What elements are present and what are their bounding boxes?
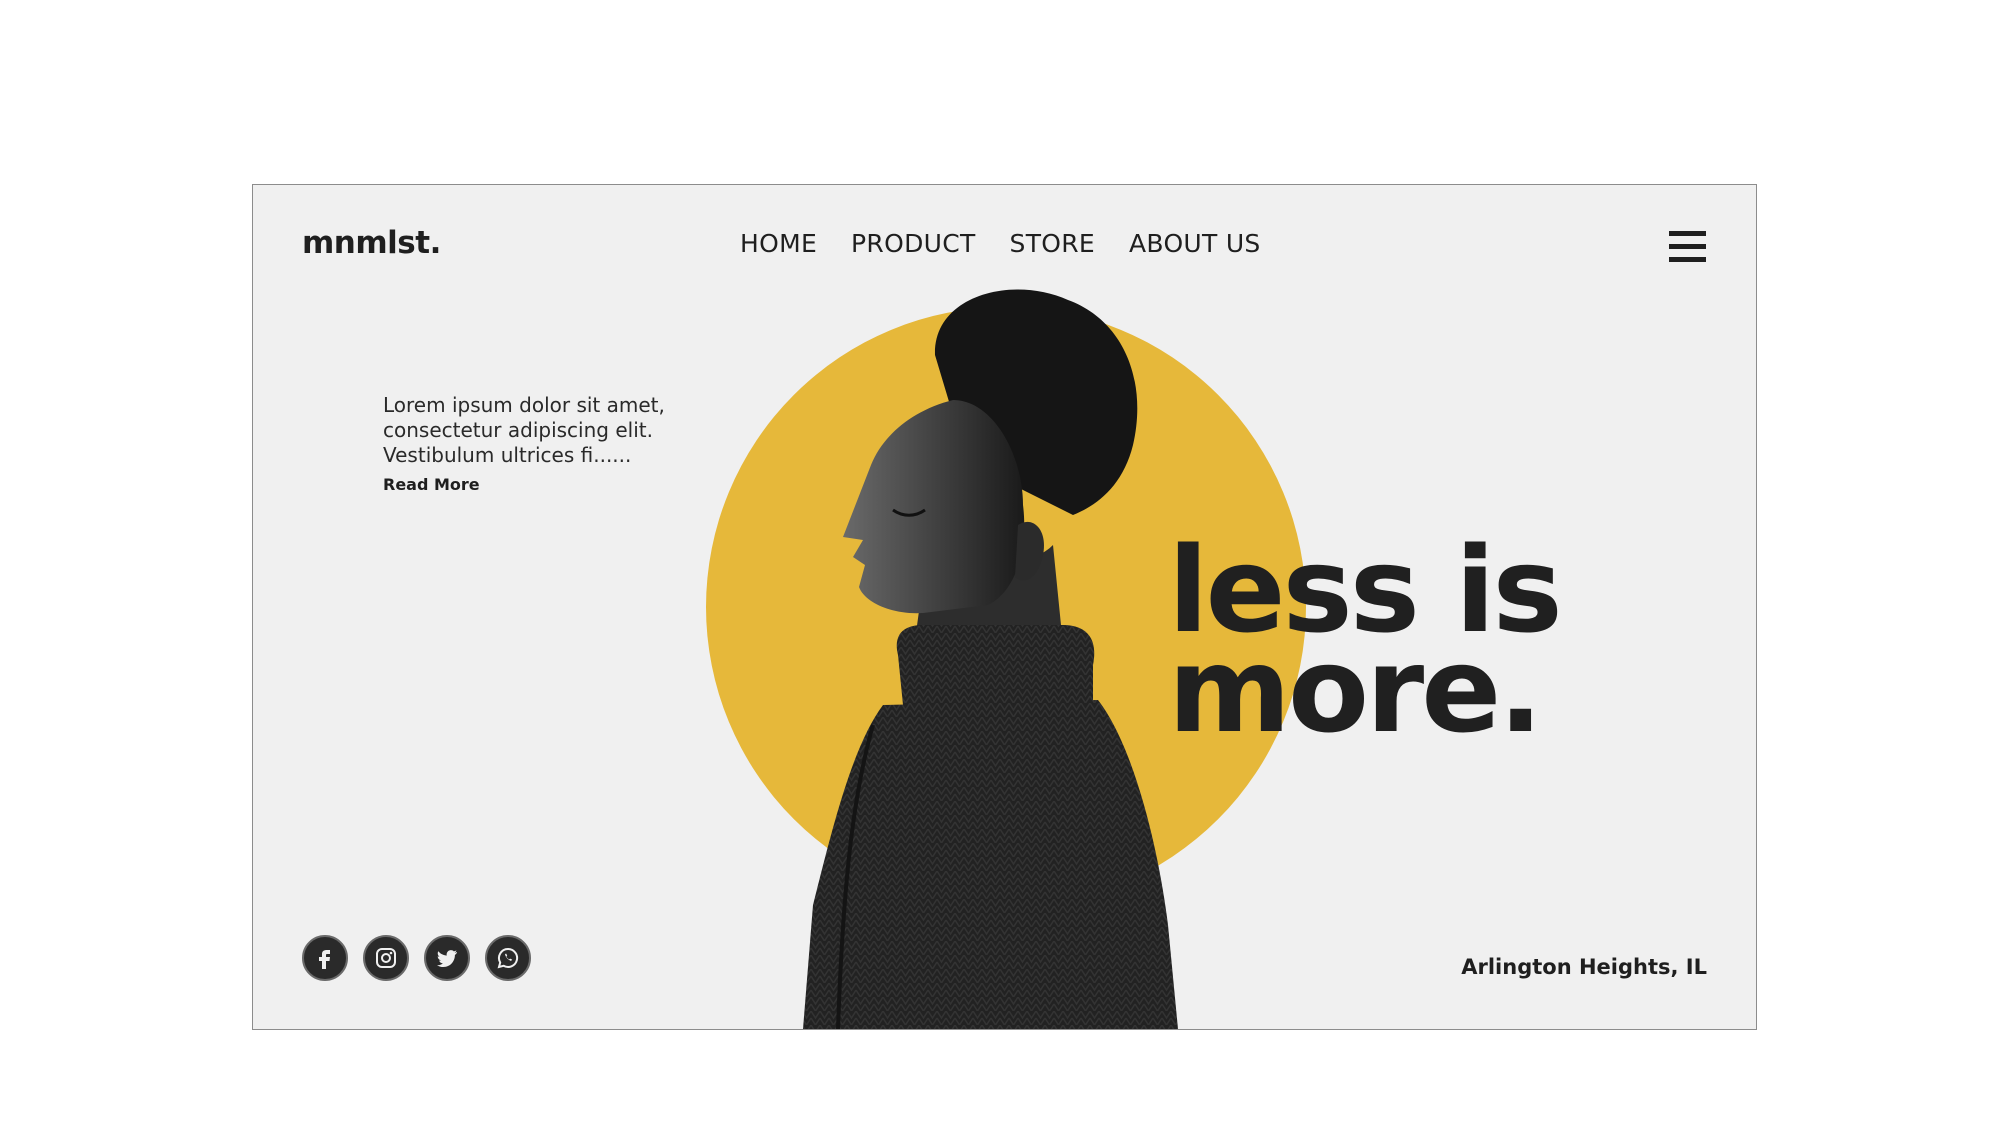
whatsapp-icon[interactable] [485, 935, 531, 981]
location-label: Arlington Heights, IL [1461, 955, 1707, 979]
landing-page-mockup: mnmlst. HOME PRODUCT STORE ABOUT US Lore… [252, 184, 1757, 1030]
hero-headline: less is more. [1168, 531, 1563, 759]
twitter-icon[interactable] [424, 935, 470, 981]
headline-line-2: more. [1168, 621, 1543, 759]
instagram-icon[interactable] [363, 935, 409, 981]
facebook-icon[interactable] [302, 935, 348, 981]
social-links [302, 935, 531, 981]
